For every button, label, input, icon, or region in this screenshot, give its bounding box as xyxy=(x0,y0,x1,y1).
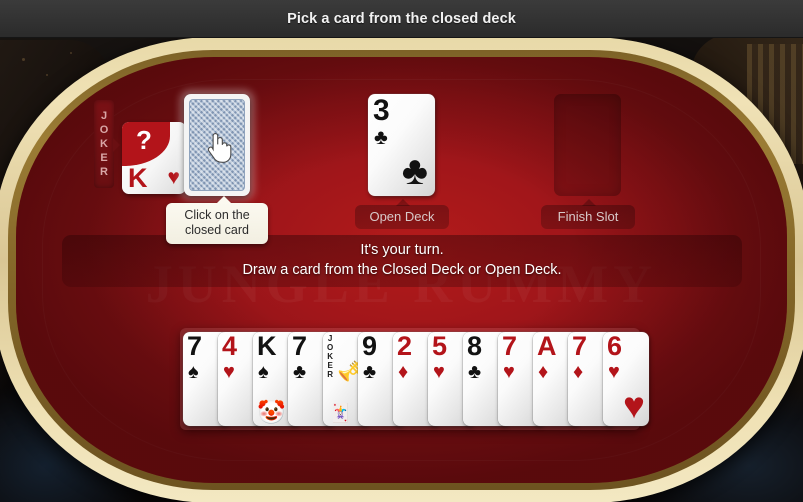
open-card-rank: 3 xyxy=(373,94,390,127)
hand-card-suit-icon: ♦ xyxy=(538,361,549,383)
hand-card-rank: 7 xyxy=(292,332,308,361)
hand-card-suit-icon: ♣ xyxy=(468,361,482,383)
finish-slot[interactable] xyxy=(554,94,621,196)
hand-card[interactable]: 6 ♥ ♥ xyxy=(603,332,649,426)
top-message-text: Pick a card from the closed deck xyxy=(287,10,516,27)
joker-card-label: JOKER xyxy=(327,335,333,379)
hand-card-rank: 7 xyxy=(187,332,203,361)
joker-letter: K xyxy=(100,137,108,150)
closed-deck[interactable] xyxy=(184,94,250,196)
hand-card-rank: 5 xyxy=(432,332,448,361)
hand-card-suit-large-icon: ♥ xyxy=(623,385,645,426)
tooltip-line-2: closed card xyxy=(185,222,249,237)
turn-banner-line-1: It's your turn. xyxy=(360,242,444,259)
joker-card-letter: R xyxy=(327,370,333,379)
top-message-bar: Pick a card from the closed deck xyxy=(0,0,803,38)
hand-card-suit-icon: ♦ xyxy=(573,361,584,383)
hand-card-rank: 6 xyxy=(607,332,623,361)
joker-letter: E xyxy=(100,151,108,164)
hand-card-rank: 7 xyxy=(502,332,518,361)
open-card-suit-large-icon: ♣ xyxy=(401,149,428,193)
hand-card-suit-icon: ♣ xyxy=(363,361,377,383)
joker-card-letter: K xyxy=(327,352,333,361)
closed-deck-tooltip: Click on the closed card xyxy=(166,196,268,244)
joker-card-letter: O xyxy=(327,343,334,352)
hand-card-suit-icon: ♥ xyxy=(223,361,235,383)
finish-slot-label: Finish Slot xyxy=(541,199,635,229)
wildcard-suit-icon: ♥ xyxy=(167,166,180,189)
hand-card-suit-icon: ♥ xyxy=(433,361,445,383)
joker-letter: R xyxy=(100,165,108,178)
turn-banner-line-2: Draw a card from the Closed Deck or Open… xyxy=(242,262,562,278)
wildcard-question-mark: ? xyxy=(136,125,152,155)
tooltip-line-1: Click on the xyxy=(184,208,250,222)
joker-card-letter: E xyxy=(327,361,333,370)
joker-card-letter: J xyxy=(327,334,333,343)
hand-card-rank: A xyxy=(537,332,557,361)
game-screen: Pick a card from the closed deck JUNGLE … xyxy=(0,0,803,502)
hand-card-rank: 9 xyxy=(362,332,378,361)
hand-card-rank: 2 xyxy=(397,332,413,361)
turn-banner: It's your turn. Draw a card from the Clo… xyxy=(62,235,742,287)
joker-indicator-tab: J O K E R xyxy=(94,100,120,188)
hand-card-suit-icon: ♥ xyxy=(503,361,515,383)
backdrop-speck xyxy=(70,52,72,54)
jester-face-icon: 🤡 xyxy=(257,399,286,425)
hand-pointer-icon xyxy=(207,133,232,163)
hand-card-suit-icon: ♣ xyxy=(293,361,307,383)
joker-letter: O xyxy=(99,123,109,136)
hand-card-suit-icon: ♠ xyxy=(188,361,199,383)
card-back-pattern xyxy=(189,99,245,191)
joker-letter: J xyxy=(100,109,108,122)
hand-card-rank: 4 xyxy=(222,332,238,361)
open-deck-label: Open Deck xyxy=(355,199,449,229)
joker-cards-icon: 🃏 xyxy=(329,403,352,423)
hand-card-rank: 8 xyxy=(467,332,483,361)
wildcard-card: ? K ♥ xyxy=(122,122,186,194)
open-deck-top-card[interactable]: 3 ♣ ♣ xyxy=(368,94,435,196)
player-hand: 7 ♠ 4 ♥ K ♠ 🤡 7 ♣ J O K E R 🎺 🃏 9 ♣ 2 ♦ 5 ♥ 8 ♣ 7 ♥ A ♦ 7 ♦ 6 ♥ ♥ xyxy=(180,328,649,430)
hand-card-suit-icon: ♥ xyxy=(608,361,620,383)
hand-card-rank: 7 xyxy=(572,332,588,361)
hand-card-suit-icon: ♠ xyxy=(258,361,269,383)
open-card-suit-small-icon: ♣ xyxy=(374,126,388,149)
hand-card-rank: K xyxy=(257,332,277,361)
hand-card-suit-icon: ♦ xyxy=(398,361,409,383)
wildcard-rank: K xyxy=(128,163,148,193)
